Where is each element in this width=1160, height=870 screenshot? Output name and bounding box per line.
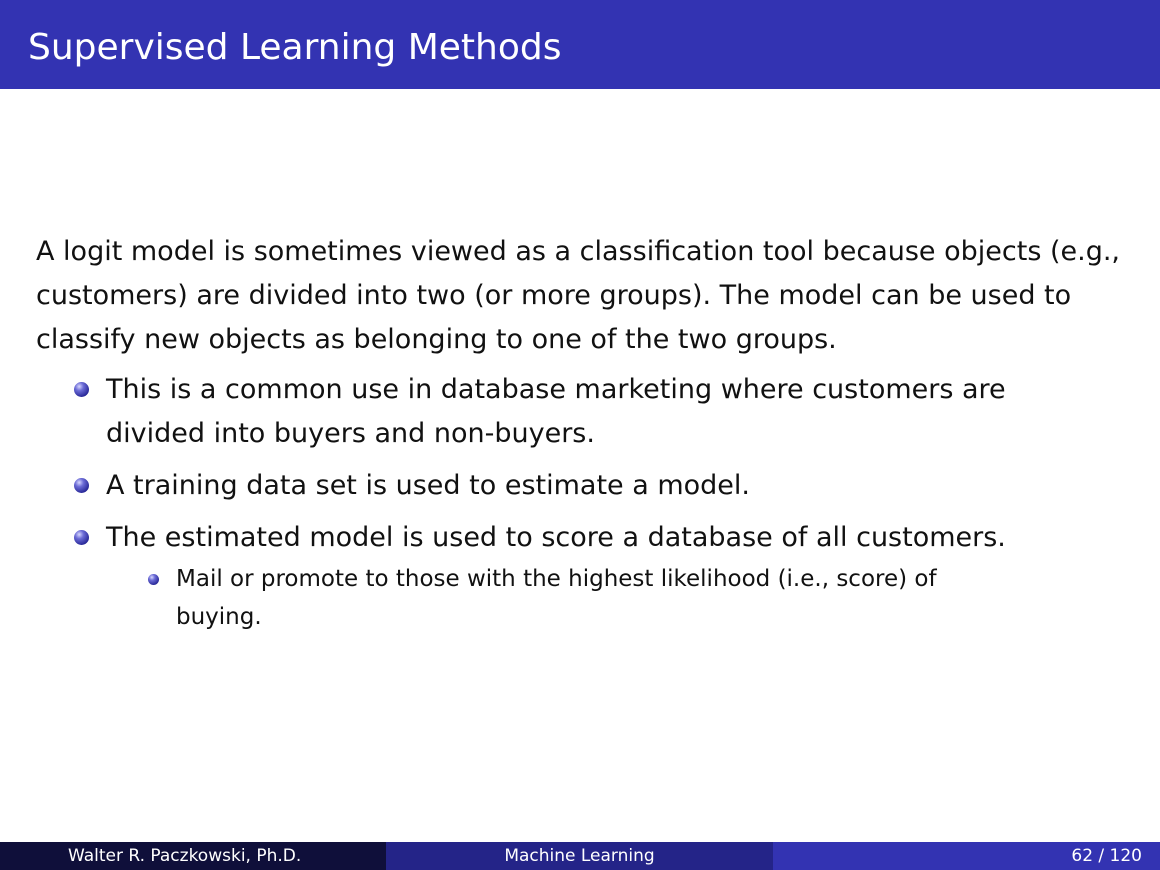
list-item: This is a common use in database marketi… [36,368,1096,456]
slide-footer: Walter R. Paczkowski, Ph.D. Machine Lear… [0,842,1160,870]
ball-bullet-icon [74,478,89,493]
footer-topic-section: Machine Learning [386,842,773,870]
ball-bullet-icon [74,530,89,545]
footer-author: Walter R. Paczkowski, Ph.D. [68,846,302,866]
footer-topic: Machine Learning [504,846,655,866]
slide-header: Supervised Learning Methods [0,0,1160,89]
page-number: 62 / 120 [1071,846,1142,866]
ball-bullet-icon [74,382,89,397]
slide-body: A logit model is sometimes viewed as a c… [36,230,1136,644]
sub-bullet-list: Mail or promote to those with the highes… [106,560,1096,636]
intro-paragraph: A logit model is sometimes viewed as a c… [36,236,1120,355]
sub-list-item: Mail or promote to those with the highes… [106,560,1026,636]
small-ball-bullet-icon [148,574,159,585]
bullet-list: This is a common use in database marketi… [36,368,1136,636]
list-item-text: A training data set is used to estimate … [106,470,751,501]
list-item: The estimated model is used to score a d… [36,516,1096,636]
footer-author-section: Walter R. Paczkowski, Ph.D. [0,842,386,870]
list-item-text: The estimated model is used to score a d… [106,522,1006,553]
list-item: A training data set is used to estimate … [36,464,1096,508]
list-item-text: This is a common use in database marketi… [106,374,1006,449]
footer-page-section: 62 / 120 [773,842,1160,870]
slide-title: Supervised Learning Methods [28,27,562,68]
sub-list-item-text: Mail or promote to those with the highes… [176,566,937,630]
